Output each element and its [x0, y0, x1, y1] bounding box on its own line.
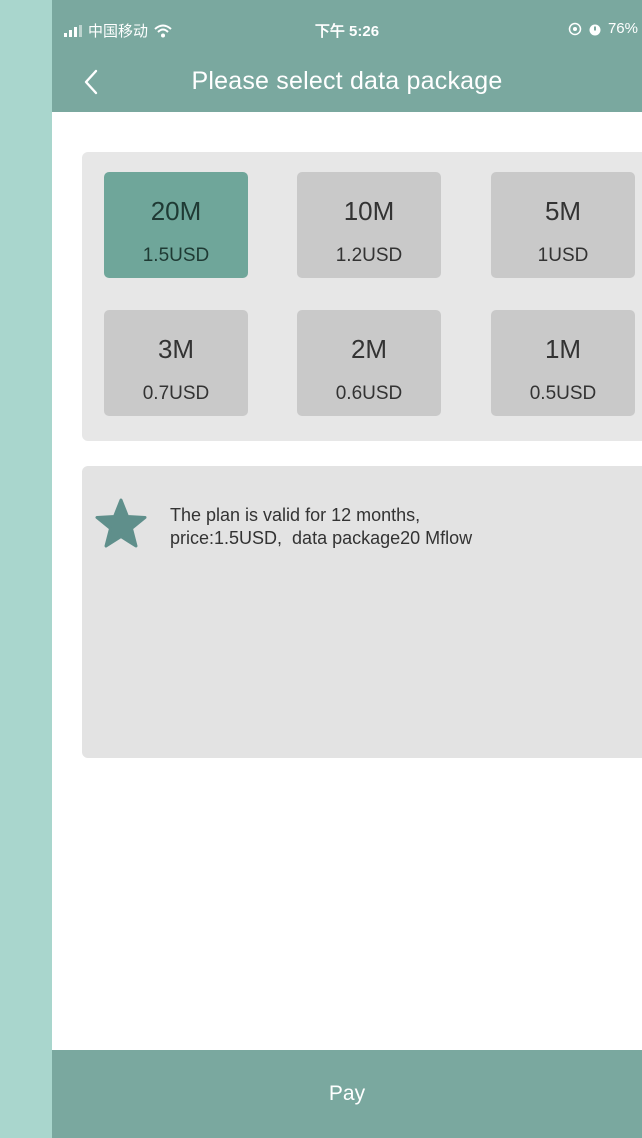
package-price: 1.5USD: [142, 245, 210, 266]
package-option-2m[interactable]: 2M 0.6USD: [297, 310, 441, 416]
status-right: 76%: [568, 20, 638, 37]
package-size: 1M: [544, 334, 582, 364]
package-price: 0.7USD: [142, 383, 210, 404]
package-price: 1USD: [537, 245, 589, 266]
plan-info-panel: The plan is valid for 12 months, price:1…: [82, 466, 642, 758]
package-price: 0.5USD: [529, 383, 597, 404]
pay-button[interactable]: Pay: [52, 1050, 642, 1138]
status-bar: 中国移动 下午 5:26 76%: [52, 0, 642, 55]
package-size: 2M: [350, 334, 388, 364]
alarm-icon: [589, 24, 601, 35]
plan-info-line: The plan is valid for 12 months,: [170, 505, 421, 525]
package-option-5m[interactable]: 5M 1USD: [491, 172, 635, 278]
plan-info-text: The plan is valid for 12 months, price:1…: [170, 504, 630, 550]
package-price: 0.6USD: [335, 383, 403, 404]
star-icon: [95, 498, 147, 548]
package-option-20m[interactable]: 20M 1.5USD: [104, 172, 248, 278]
nav-bar: Please select data package: [52, 55, 642, 112]
package-size: 3M: [157, 334, 195, 364]
status-time: 下午 5:26: [314, 23, 380, 40]
orientation-lock-icon: [568, 22, 582, 35]
phone-screen: 中国移动 下午 5:26 76% Please select data pack…: [52, 0, 642, 1138]
package-size: 5M: [544, 196, 582, 226]
package-option-1m[interactable]: 1M 0.5USD: [491, 310, 635, 416]
package-grid: 20M 1.5USD 10M 1.2USD 5M 1USD 3M 0.7USD …: [82, 152, 642, 441]
page-title: Please select data package: [191, 67, 503, 95]
package-price: 1.2USD: [335, 245, 403, 266]
package-option-3m[interactable]: 3M 0.7USD: [104, 310, 248, 416]
package-size: 10M: [343, 196, 395, 226]
plan-info-line: price:1.5USD, data package20 Mflow: [170, 528, 473, 548]
package-option-10m[interactable]: 10M 1.2USD: [297, 172, 441, 278]
battery-label: 76%: [607, 20, 638, 37]
package-size: 20M: [150, 196, 202, 226]
